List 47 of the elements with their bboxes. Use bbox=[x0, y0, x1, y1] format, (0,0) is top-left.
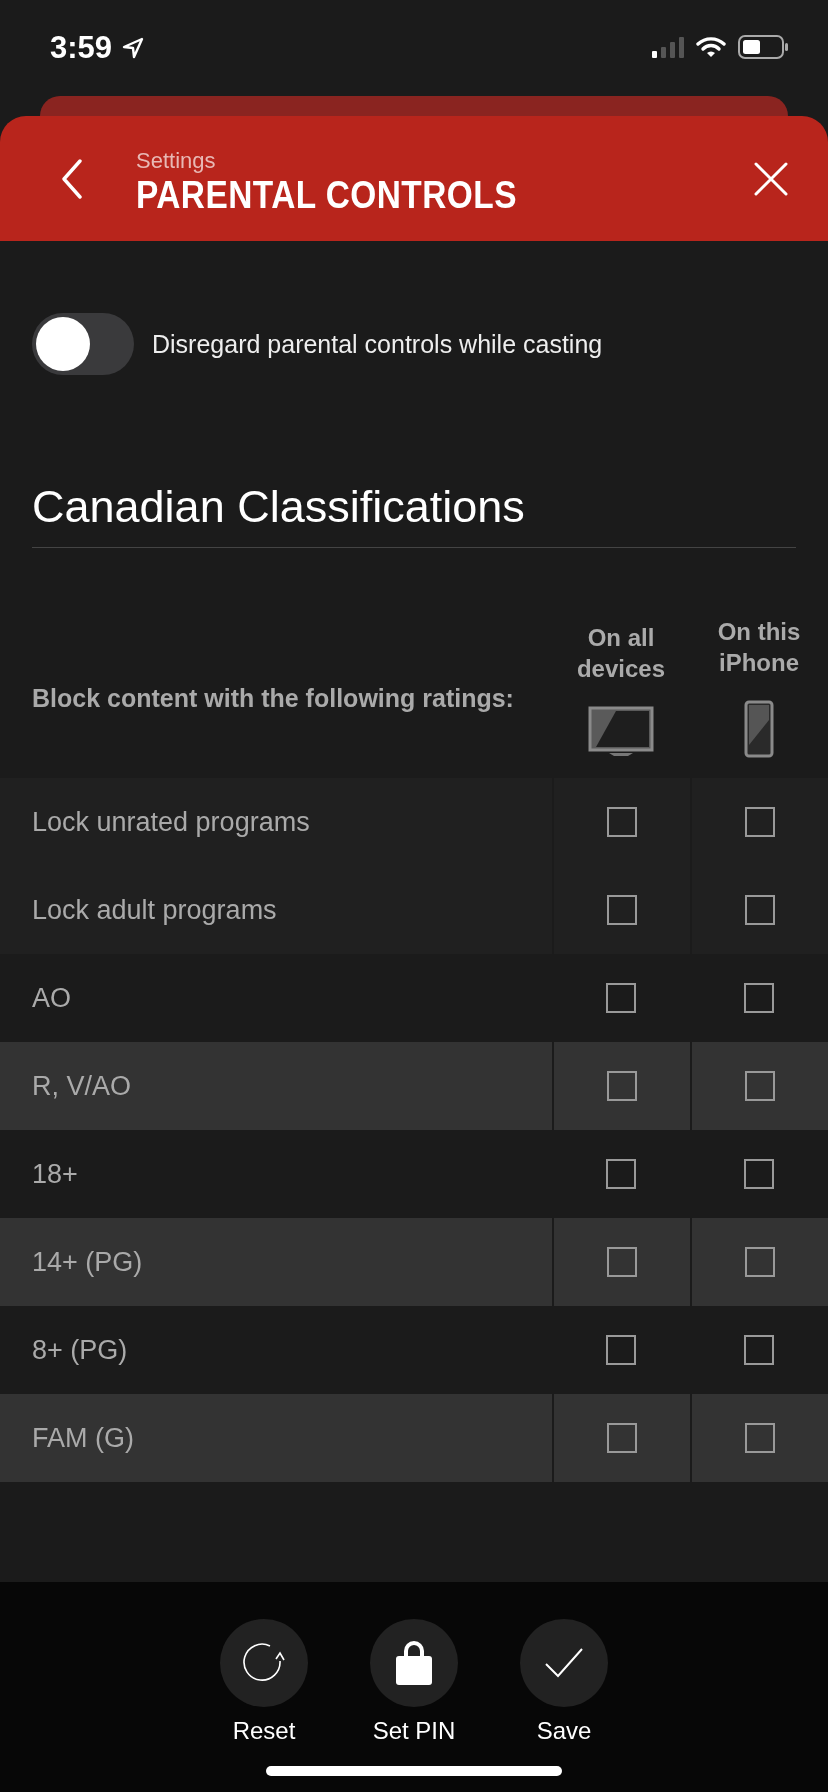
section-heading: Canadian Classifications bbox=[32, 481, 796, 548]
checkbox[interactable] bbox=[745, 895, 775, 925]
back-button[interactable] bbox=[60, 158, 84, 199]
row-label: R, V/AO bbox=[32, 1070, 132, 1102]
tv-icon bbox=[588, 706, 654, 758]
phone-icon bbox=[744, 700, 774, 758]
checkbox[interactable] bbox=[606, 983, 636, 1013]
column-heading: On all devices bbox=[575, 623, 667, 684]
lock-icon bbox=[394, 1640, 434, 1686]
column-heading: On this iPhone bbox=[716, 617, 802, 678]
location-arrow-icon bbox=[122, 37, 145, 59]
checkbox[interactable] bbox=[745, 1071, 775, 1101]
checkbox[interactable] bbox=[744, 983, 774, 1013]
checkbox[interactable] bbox=[606, 1335, 636, 1365]
row-label: Lock unrated programs bbox=[32, 806, 310, 838]
back-icon bbox=[60, 158, 84, 199]
close-button[interactable] bbox=[754, 161, 788, 196]
row-label: 18+ bbox=[32, 1158, 78, 1190]
header-title: PARENTAL CONTROLS bbox=[136, 174, 518, 217]
row-label: 8+ (PG) bbox=[32, 1334, 128, 1366]
row-label: Lock adult programs bbox=[32, 894, 277, 926]
toggle-label: Disregard parental controls while casting bbox=[152, 329, 603, 359]
checkbox[interactable] bbox=[744, 1335, 774, 1365]
status-time: 3:59 bbox=[50, 30, 113, 66]
row-label: 14+ (PG) bbox=[32, 1246, 143, 1278]
checkbox[interactable] bbox=[745, 1423, 775, 1453]
checkbox[interactable] bbox=[607, 1423, 637, 1453]
checkmark-icon bbox=[544, 1646, 584, 1680]
checkbox[interactable] bbox=[745, 807, 775, 837]
checkbox[interactable] bbox=[744, 1159, 774, 1189]
checkbox[interactable] bbox=[607, 895, 637, 925]
signal-icon bbox=[652, 36, 684, 58]
action-label: Save bbox=[536, 1717, 592, 1745]
row-label: AO bbox=[32, 982, 71, 1014]
checkbox[interactable] bbox=[607, 807, 637, 837]
header-subtitle: Settings bbox=[136, 148, 217, 174]
battery-icon bbox=[738, 35, 788, 59]
action-label: Set PIN bbox=[372, 1717, 456, 1745]
action-label: Reset bbox=[232, 1717, 296, 1745]
checkbox[interactable] bbox=[606, 1159, 636, 1189]
checkbox[interactable] bbox=[745, 1247, 775, 1277]
close-icon bbox=[754, 161, 788, 196]
table-caption: Block content with the following ratings: bbox=[31, 683, 515, 714]
wifi-icon bbox=[696, 36, 726, 58]
row-label: FAM (G) bbox=[32, 1422, 134, 1454]
checkbox[interactable] bbox=[607, 1071, 637, 1101]
checkbox[interactable] bbox=[607, 1247, 637, 1277]
